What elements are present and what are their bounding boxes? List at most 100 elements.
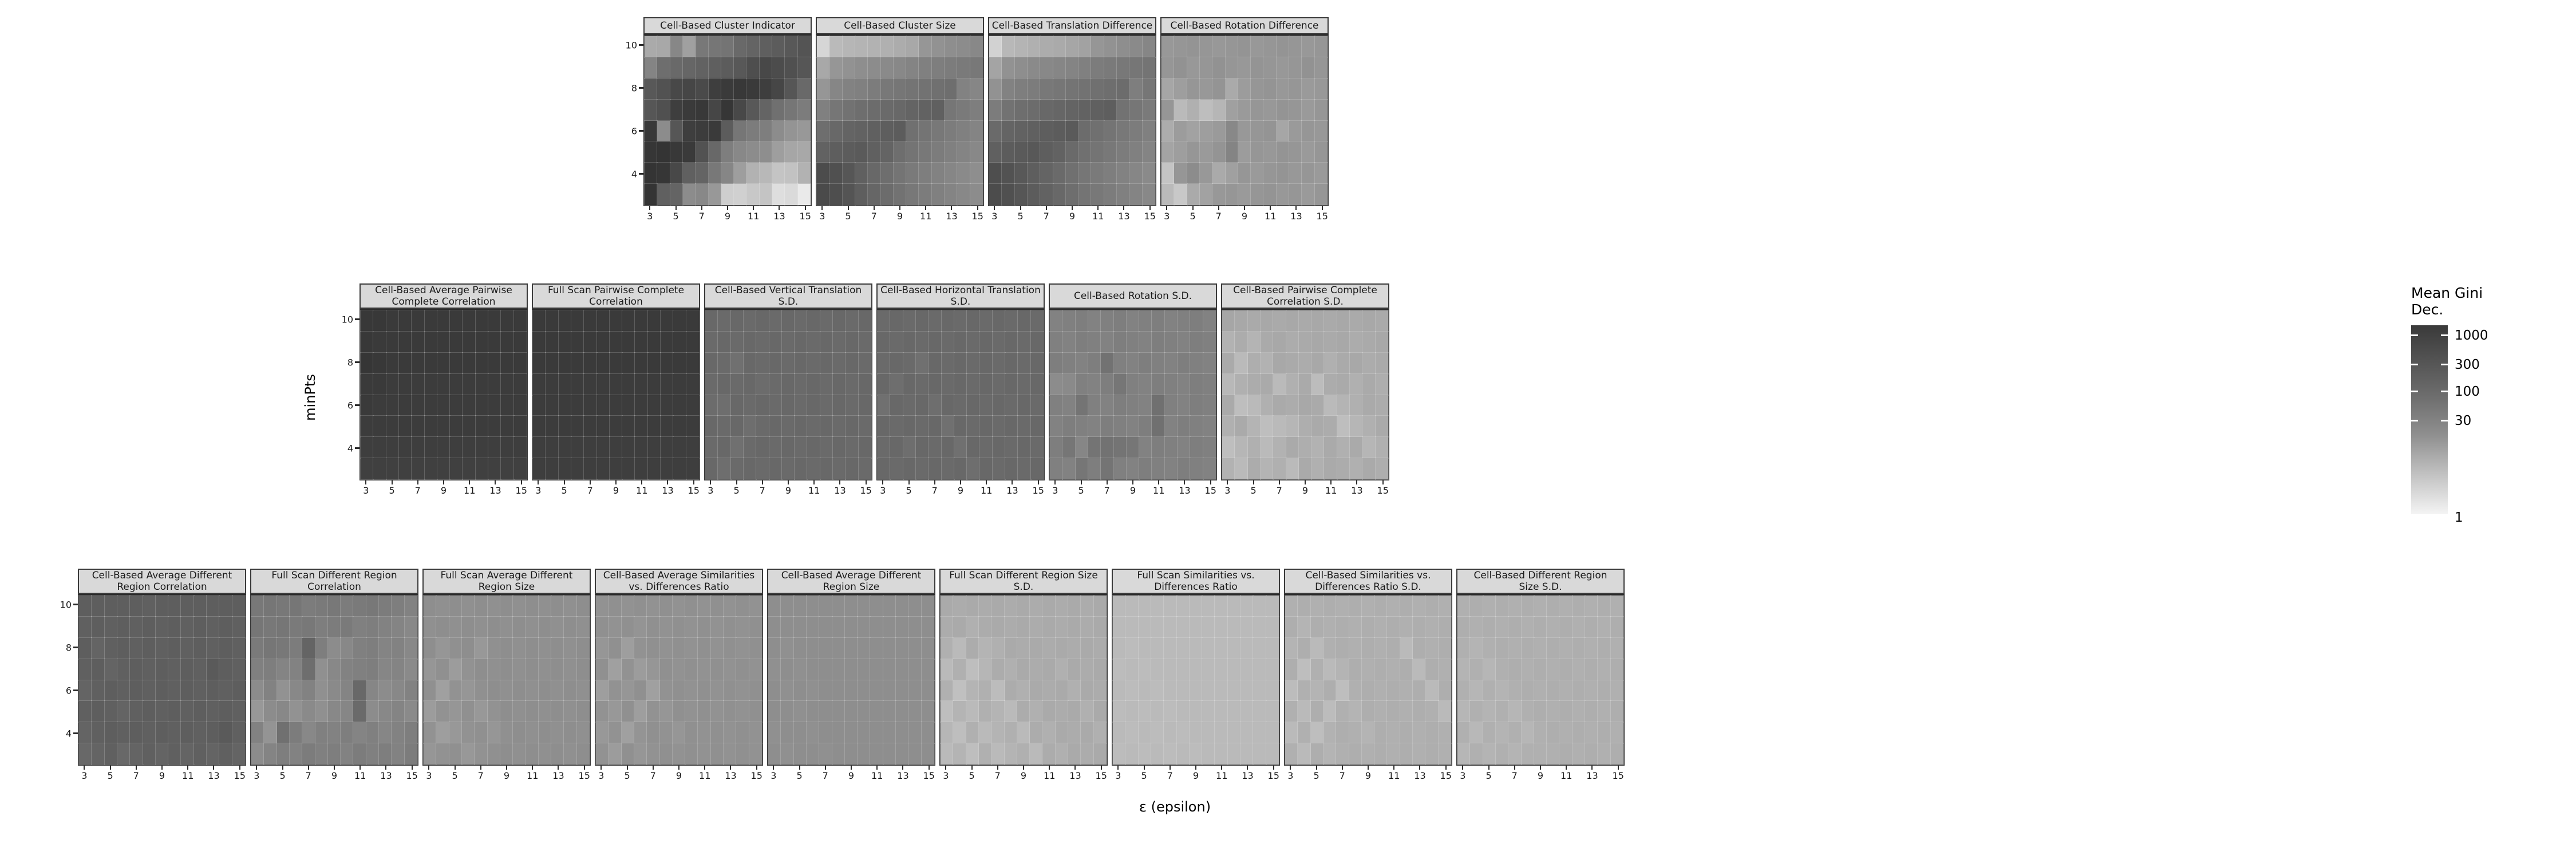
- heatmap-cell: [768, 722, 781, 744]
- y-axis-tick-label: 4: [65, 728, 72, 739]
- heatmap-cell: [411, 415, 425, 438]
- heatmap-cell: [756, 310, 770, 332]
- heatmap-cell: [670, 78, 683, 100]
- heatmap-cell: [893, 99, 907, 121]
- heatmap-cell: [819, 700, 833, 723]
- heatmap-cell: [644, 141, 658, 163]
- heatmap-cell: [436, 722, 450, 744]
- heatmap-cell: [193, 637, 207, 660]
- x-axis-tick-label: 9: [957, 485, 964, 496]
- x-axis-tick: [109, 766, 111, 770]
- heatmap-cell: [970, 36, 983, 58]
- heatmap-cell: [1336, 743, 1350, 765]
- heatmap-cell: [723, 743, 737, 765]
- x-axis-tick: [667, 480, 669, 484]
- heatmap-cell: [768, 595, 781, 617]
- x-axis-tick-label: 5: [1485, 770, 1492, 781]
- heatmap-cell: [1374, 616, 1388, 639]
- heatmap-cell: [855, 36, 868, 58]
- x-axis-tick-label: 5: [1017, 211, 1024, 222]
- heatmap-cell: [697, 659, 712, 680]
- heatmap-cell: [903, 373, 916, 395]
- heatmap-cell: [1203, 310, 1216, 332]
- panel-title: Cell-Based Rotation Difference: [1160, 17, 1329, 34]
- heatmap-cell: [1297, 680, 1311, 702]
- x-axis-tick-label: 5: [624, 770, 630, 781]
- heatmap-cell: [1297, 595, 1311, 617]
- heatmap-cell: [646, 637, 661, 660]
- heatmap-cell: [596, 373, 610, 395]
- heatmap-cell: [1088, 458, 1101, 480]
- heatmap-cell: [772, 120, 785, 142]
- panel-title: Full Scan Average Different Region Size: [422, 569, 591, 594]
- heatmap-cell: [1286, 352, 1299, 375]
- heatmap-cell: [1289, 78, 1302, 100]
- heatmap-cell: [845, 458, 859, 480]
- heatmap-cell: [437, 352, 451, 375]
- heatmap-cell: [883, 616, 896, 639]
- heatmap-cell: [462, 415, 476, 438]
- panel-title: Cell-Based Pairwise Complete Correlation …: [1221, 283, 1389, 309]
- heatmap-cell: [219, 616, 233, 639]
- x-axis-tick: [1382, 480, 1384, 484]
- heatmap-cell: [1495, 637, 1509, 660]
- heatmap-cell: [1214, 743, 1228, 765]
- heatmap-cell: [1068, 595, 1081, 617]
- heatmap-cell: [595, 637, 609, 660]
- heatmap-cell: [1386, 743, 1401, 765]
- heatmap-cell: [759, 78, 773, 100]
- heatmap-cell: [1189, 743, 1203, 765]
- heatmap-cell: [944, 120, 958, 142]
- heatmap-cell: [1572, 700, 1586, 723]
- x-axis-tick: [411, 766, 413, 770]
- heatmap-cell: [781, 352, 795, 375]
- heatmap-panel: Full Scan Different Region Correlation 3 5 7…: [250, 569, 418, 785]
- x-axis-tick-label: 3: [254, 770, 260, 781]
- x-axis-tick-label: 9: [1069, 211, 1076, 222]
- heatmap-cell: [424, 373, 438, 395]
- x-axis-tick-label: 11: [920, 211, 932, 222]
- heatmap-cell: [1572, 616, 1586, 639]
- heatmap-cell: [844, 659, 858, 680]
- heatmap-cell: [772, 57, 785, 79]
- heatmap-cell: [488, 458, 501, 480]
- heatmap-cell: [386, 415, 400, 438]
- x-axis-tick: [359, 766, 361, 770]
- heatmap-cell: [1014, 78, 1028, 100]
- heatmap-cell: [1187, 36, 1200, 58]
- heatmap-cell: [1247, 331, 1261, 353]
- heatmap-cell: [353, 680, 367, 702]
- heatmap-cell: [780, 743, 795, 765]
- heatmap-cell: [1005, 331, 1018, 353]
- x-axis-tick: [520, 480, 522, 484]
- heatmap-cell: [858, 436, 872, 459]
- heatmap-cell: [1138, 659, 1152, 680]
- panel-title: Cell-Based Average Similarities vs. Diffe…: [595, 569, 763, 594]
- heatmap-cell: [1286, 331, 1299, 353]
- heatmap-cell: [1314, 120, 1328, 142]
- heatmap-cell: [1597, 743, 1611, 765]
- heatmap-cell: [991, 743, 1005, 765]
- x-axis-tick-label: 9: [1537, 770, 1544, 781]
- x-axis-tick-label: 3: [426, 770, 432, 781]
- heatmap-cell: [513, 415, 527, 438]
- heatmap-cell: [1585, 616, 1598, 639]
- x-axis-tick-label: 5: [389, 485, 395, 496]
- heatmap-cell: [1298, 395, 1312, 416]
- heatmap-cell: [576, 659, 590, 680]
- heatmap-cell: [992, 395, 1006, 416]
- heatmap-cell: [660, 352, 674, 375]
- heatmap-panel: Cell-Based Cluster Indicator 10 8 6 4 3 5 7 9 11 1…: [626, 17, 812, 226]
- heatmap-cell: [1323, 395, 1338, 416]
- heatmap-cell: [545, 436, 559, 459]
- heatmap-cell: [845, 331, 859, 353]
- heatmap-cell: [1337, 436, 1350, 459]
- heatmap-cell: [858, 331, 872, 353]
- heatmap-cell: [759, 120, 773, 142]
- x-axis-tick-label: 15: [1204, 485, 1216, 496]
- heatmap-cell: [723, 637, 737, 660]
- heatmap-cell: [893, 36, 907, 58]
- y-axis-tick-label: 8: [347, 357, 353, 368]
- heatmap-cell: [1222, 395, 1235, 416]
- heatmap-cell: [807, 458, 821, 480]
